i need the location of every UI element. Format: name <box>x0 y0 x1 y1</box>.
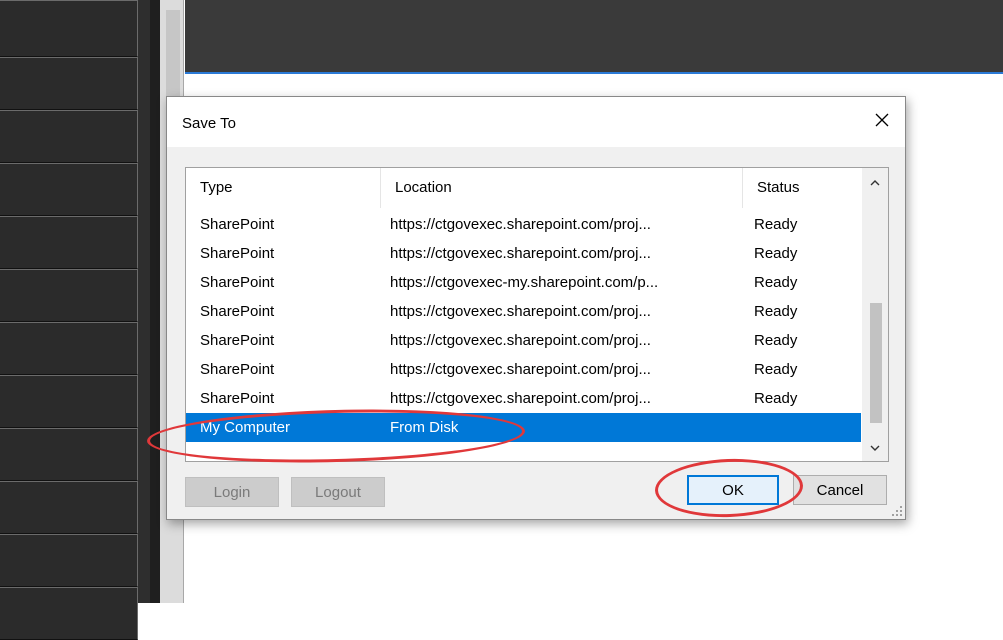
list-item[interactable]: SharePoint https://ctgovexec.sharepoint.… <box>186 326 861 355</box>
list-header: Type Location Status <box>186 168 861 208</box>
cell-status: Ready <box>754 245 798 262</box>
side-panel-item[interactable] <box>0 587 138 640</box>
cell-type: SharePoint <box>200 274 275 291</box>
cell-status: Ready <box>754 216 798 233</box>
side-panel-item[interactable] <box>0 428 138 481</box>
cell-type: SharePoint <box>200 361 275 378</box>
top-toolbar <box>185 0 1003 72</box>
column-header-type[interactable]: Type <box>186 168 380 208</box>
cell-location: https://ctgovexec.sharepoint.com/proj... <box>390 390 651 407</box>
dialog-titlebar[interactable]: Save To <box>167 97 905 147</box>
side-panel-item[interactable] <box>0 534 138 587</box>
side-panel-item[interactable] <box>0 481 138 534</box>
cell-location: https://ctgovexec.sharepoint.com/proj... <box>390 361 651 378</box>
side-panel-item[interactable] <box>0 375 138 428</box>
side-panel-item[interactable] <box>0 0 138 57</box>
side-panel-item[interactable] <box>0 57 138 110</box>
cell-status: Ready <box>754 332 798 349</box>
cell-location: https://ctgovexec.sharepoint.com/proj... <box>390 245 651 262</box>
side-panel-item[interactable] <box>0 322 138 375</box>
cell-location: https://ctgovexec.sharepoint.com/proj... <box>390 332 651 349</box>
close-icon <box>875 113 889 127</box>
list-rows: SharePoint https://ctgovexec.sharepoint.… <box>186 210 861 442</box>
scrollbar-thumb[interactable] <box>870 303 882 423</box>
cell-type: SharePoint <box>200 390 275 407</box>
list-item[interactable]: SharePoint https://ctgovexec.sharepoint.… <box>186 210 861 239</box>
cell-type: SharePoint <box>200 332 275 349</box>
cancel-button[interactable]: Cancel <box>793 475 887 505</box>
side-panel-item[interactable] <box>0 163 138 216</box>
chevron-up-icon <box>870 180 880 186</box>
scroll-down-button[interactable] <box>862 435 888 461</box>
cell-type: SharePoint <box>200 216 275 233</box>
panel-splitter[interactable] <box>150 0 160 603</box>
cell-location: https://ctgovexec.sharepoint.com/proj... <box>390 216 651 233</box>
list-item[interactable]: SharePoint https://ctgovexec.sharepoint.… <box>186 355 861 384</box>
list-item[interactable]: SharePoint https://ctgovexec.sharepoint.… <box>186 239 861 268</box>
side-panel-item[interactable] <box>0 110 138 163</box>
list-scrollbar[interactable] <box>862 168 888 461</box>
side-panel-item[interactable] <box>0 269 138 322</box>
cell-status: Ready <box>754 361 798 378</box>
cell-location: https://ctgovexec.sharepoint.com/proj... <box>390 303 651 320</box>
list-item[interactable]: SharePoint https://ctgovexec.sharepoint.… <box>186 384 861 413</box>
cell-status: Ready <box>754 274 798 291</box>
close-button[interactable] <box>859 97 905 143</box>
side-panel-item[interactable] <box>0 216 138 269</box>
cell-location: https://ctgovexec-my.sharepoint.com/p... <box>390 274 659 291</box>
cell-type: SharePoint <box>200 245 275 262</box>
dialog-title: Save To <box>182 115 236 132</box>
resize-grip-icon[interactable] <box>891 505 903 517</box>
column-header-status[interactable]: Status <box>742 168 860 208</box>
list-item[interactable]: SharePoint https://ctgovexec.sharepoint.… <box>186 297 861 326</box>
scroll-up-button[interactable] <box>862 170 888 196</box>
cell-status: Ready <box>754 303 798 320</box>
chevron-down-icon <box>870 445 880 451</box>
column-header-location[interactable]: Location <box>380 168 742 208</box>
logout-button[interactable]: Logout <box>291 477 385 507</box>
cell-type: SharePoint <box>200 303 275 320</box>
list-item[interactable]: SharePoint https://ctgovexec-my.sharepoi… <box>186 268 861 297</box>
left-side-panel <box>0 0 151 640</box>
cell-status: Ready <box>754 390 798 407</box>
login-button[interactable]: Login <box>185 477 279 507</box>
